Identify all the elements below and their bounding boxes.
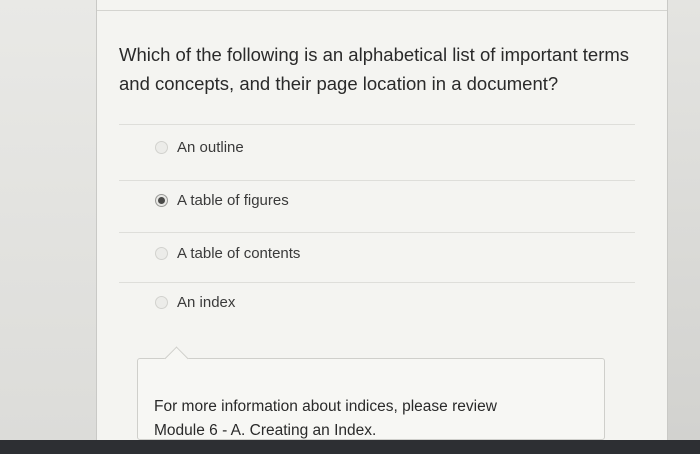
bottom-bar [0, 440, 700, 454]
option-label: A table of contents [177, 244, 301, 262]
feedback-line-2: Module 6 - A. Creating an Index. [154, 422, 377, 439]
radio-button-selected[interactable] [155, 193, 168, 207]
question-text: Which of the following is an alphabetica… [119, 40, 649, 98]
question-line-2: and concepts, and their page location in… [119, 73, 559, 94]
feedback-line-1: For more information about indices, plea… [154, 398, 497, 415]
option-divider [119, 232, 635, 233]
option-an-outline[interactable]: An outline [155, 135, 244, 159]
panel-top-divider [97, 10, 667, 11]
option-label: A table of figures [177, 191, 289, 209]
radio-dot-icon [158, 196, 165, 204]
feedback-pointer [164, 346, 189, 371]
option-label: An index [177, 293, 236, 311]
radio-button[interactable] [155, 140, 168, 154]
option-divider [119, 282, 635, 283]
radio-button[interactable] [155, 246, 168, 260]
left-background-strip [0, 0, 96, 440]
option-a-table-of-contents[interactable]: A table of contents [155, 241, 300, 265]
question-divider [119, 124, 635, 125]
feedback-text: For more information about indices, plea… [154, 395, 594, 443]
feedback-box: For more information about indices, plea… [137, 346, 605, 443]
question-panel: Which of the following is an alphabetica… [96, 0, 668, 440]
option-an-index[interactable]: An index [155, 290, 235, 314]
option-a-table-of-figures[interactable]: A table of figures [155, 188, 289, 212]
option-divider [119, 180, 635, 181]
radio-button[interactable] [155, 295, 168, 309]
question-line-1: Which of the following is an alphabetica… [119, 44, 630, 65]
right-background-strip [668, 0, 700, 440]
option-label: An outline [177, 138, 244, 156]
